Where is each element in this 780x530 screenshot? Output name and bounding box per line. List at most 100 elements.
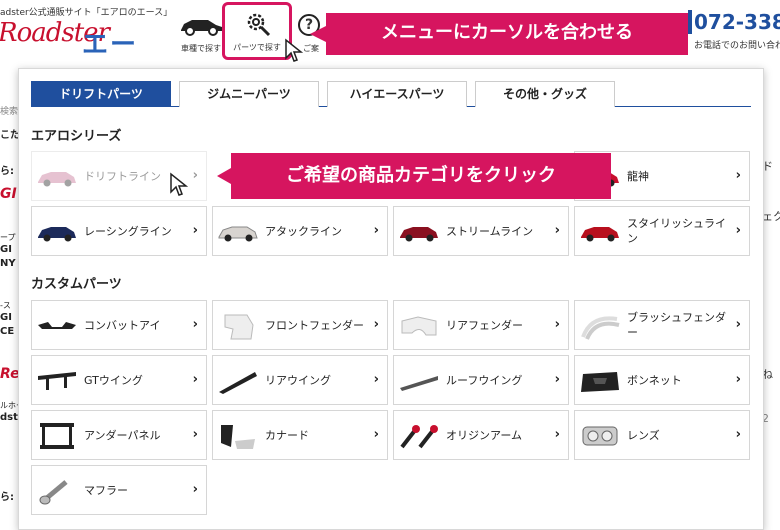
- card-label: ブラッシュフェンダー: [627, 311, 726, 339]
- chevron-right-icon: ›: [735, 427, 741, 442]
- gear-wrench-icon: [247, 13, 271, 37]
- stylish-car-icon: [581, 227, 619, 242]
- category-card-muffler[interactable]: マフラー ›: [31, 465, 207, 515]
- chevron-right-icon: ›: [373, 223, 379, 238]
- attack-car-icon: [218, 226, 258, 242]
- parts-search-label: パーツで探す: [233, 43, 281, 52]
- sidebar-fragment: こた: [0, 130, 20, 141]
- card-label: 龍神: [627, 169, 649, 183]
- chevron-right-icon: ›: [192, 168, 198, 183]
- sidebar-fragment: GI: [0, 186, 17, 202]
- car-icon: [181, 20, 222, 36]
- card-label: アンダーパネル: [84, 428, 161, 442]
- card-label: コンバットアイ: [84, 318, 161, 332]
- custom-section-title: カスタムパーツ: [31, 277, 122, 292]
- card-label: オリジンアーム: [446, 428, 523, 442]
- callout-arrow: [310, 26, 326, 42]
- sidebar-fragment: 検索: [0, 107, 19, 117]
- card-label: スタイリッシュライン: [627, 217, 726, 245]
- sidebar-fragment: GI: [0, 312, 12, 323]
- site-logo[interactable]: Roadster エース: [0, 18, 150, 60]
- racing-car-icon: [38, 227, 76, 242]
- muffler-icon: [39, 480, 68, 505]
- card-label: フロントフェンダー: [265, 318, 364, 332]
- mouse-cursor-icon: [285, 38, 304, 62]
- chevron-right-icon: ›: [192, 223, 198, 238]
- category-card-bonnet[interactable]: ボンネット ›: [574, 355, 750, 405]
- chevron-right-icon: ›: [373, 317, 379, 332]
- canard-icon: [221, 425, 255, 449]
- sidebar-fragment: ープ: [0, 233, 16, 242]
- chevron-right-icon: ›: [192, 372, 198, 387]
- right-fragment: ェク: [762, 210, 780, 223]
- tab-drift-parts[interactable]: ドリフトパーツ: [31, 81, 171, 107]
- site-tagline: adster公式通販サイト「エアロのエース」: [0, 8, 173, 18]
- category-card-origin-arm[interactable]: オリジンアーム ›: [393, 410, 569, 460]
- category-card-racing-line[interactable]: レーシングライン ›: [31, 206, 207, 256]
- sidebar-fragment: ら:: [0, 166, 14, 177]
- card-label: リアフェンダー: [446, 318, 523, 332]
- tab-other-goods[interactable]: その他・グッズ: [475, 81, 615, 107]
- rear-wing-icon: [219, 372, 257, 394]
- category-card-combat-eye[interactable]: コンバットアイ ›: [31, 300, 207, 350]
- card-label: レーシングライン: [84, 224, 172, 238]
- bonnet-icon: [581, 372, 619, 392]
- stream-car-icon: [400, 227, 438, 242]
- callout-arrow: [217, 168, 231, 184]
- sidebar-fragment: CE: [0, 326, 15, 337]
- category-card-roof-wing[interactable]: ルーフウイング ›: [393, 355, 569, 405]
- card-label: ボンネット: [627, 373, 682, 387]
- drift-car-icon: [38, 172, 76, 187]
- tab-hiace-parts[interactable]: ハイエースパーツ: [327, 81, 467, 107]
- category-card-stylish-line[interactable]: スタイリッシュライン ›: [574, 206, 750, 256]
- sidebar-fragment: Re: [0, 366, 20, 382]
- parts-search-button[interactable]: パーツで探す: [222, 2, 292, 60]
- sidebar-fragment: ら:: [0, 492, 14, 503]
- chevron-right-icon: ›: [554, 317, 560, 332]
- category-card-under-panel[interactable]: アンダーパネル ›: [31, 410, 207, 460]
- phone-number[interactable]: 072-338: [694, 10, 780, 34]
- gt-wing-icon: [38, 372, 76, 390]
- category-card-lens[interactable]: レンズ ›: [574, 410, 750, 460]
- tab-jimny-parts[interactable]: ジムニーパーツ: [179, 81, 319, 107]
- category-card-gt-wing[interactable]: GTウイング ›: [31, 355, 207, 405]
- parts-tabs: ドリフトパーツ ジムニーパーツ ハイエースパーツ その他・グッズ: [31, 81, 751, 107]
- chevron-right-icon: ›: [373, 372, 379, 387]
- chevron-right-icon: ›: [735, 223, 741, 238]
- sidebar-fragment: dst: [0, 412, 18, 423]
- callout-click-category: ご希望の商品カテゴリをクリック: [231, 153, 611, 199]
- category-card-attack-line[interactable]: アタックライン ›: [212, 206, 388, 256]
- chevron-right-icon: ›: [554, 372, 560, 387]
- category-card-stream-line[interactable]: ストリームライン ›: [393, 206, 569, 256]
- callout-hover-menu: メニューにカーソルを合わせる: [326, 13, 688, 55]
- front-fender-icon: [224, 314, 254, 340]
- card-label: ルーフウイング: [446, 373, 523, 387]
- roof-wing-icon: [400, 376, 438, 391]
- category-card-front-fender[interactable]: フロントフェンダー ›: [212, 300, 388, 350]
- chevron-right-icon: ›: [554, 427, 560, 442]
- card-label: レンズ: [627, 428, 660, 442]
- origin-arm-icon: [400, 425, 438, 449]
- card-label: ストリームライン: [446, 224, 534, 238]
- lens-icon: [582, 426, 618, 446]
- category-card-rear-fender[interactable]: リアフェンダー ›: [393, 300, 569, 350]
- chevron-right-icon: ›: [192, 482, 198, 497]
- category-card-rear-wing[interactable]: リアウイング ›: [212, 355, 388, 405]
- sidebar-fragment: NY: [0, 258, 16, 269]
- category-card-brush-fender[interactable]: ブラッシュフェンダー ›: [574, 300, 750, 350]
- chevron-right-icon: ›: [373, 427, 379, 442]
- chevron-right-icon: ›: [735, 317, 741, 332]
- category-card-canard[interactable]: カナード ›: [212, 410, 388, 460]
- aero-section-title: エアロシリーズ: [31, 129, 122, 144]
- card-label: GTウイング: [84, 373, 143, 387]
- card-label: カナード: [265, 428, 309, 442]
- card-label: マフラー: [84, 483, 128, 497]
- sidebar-fragment: GI: [0, 244, 12, 255]
- combat-eye-icon: [38, 322, 76, 329]
- chevron-right-icon: ›: [554, 223, 560, 238]
- card-label: アタックライン: [265, 224, 342, 238]
- chevron-right-icon: ›: [192, 427, 198, 442]
- sidebar-fragment: -ス: [0, 301, 11, 310]
- phone-note: お電話でのお問い合わせ: [694, 41, 780, 51]
- brush-fender-icon: [581, 316, 620, 340]
